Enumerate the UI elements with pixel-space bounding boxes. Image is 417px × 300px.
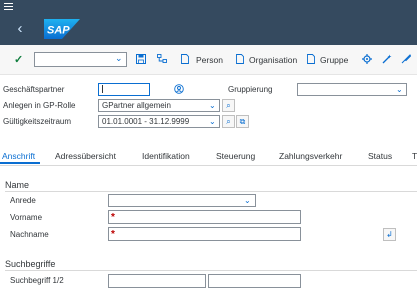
nachname-input[interactable] [108, 227, 301, 241]
anrede-label: Anrede [10, 196, 36, 205]
required-marker: * [111, 229, 115, 240]
expand-icon[interactable]: ↲ [383, 228, 396, 241]
section-divider [5, 191, 417, 192]
suchbegriff-label: Suchbegriff 1/2 [10, 276, 64, 285]
vorname-label: Vorname [10, 213, 43, 222]
tab-anschrift[interactable]: Anschrift [2, 149, 35, 163]
sap-logo: SAP [44, 19, 80, 39]
chevron-down-icon[interactable]: ⌄ [209, 116, 216, 127]
chevron-down-icon[interactable]: ⌄ [396, 84, 403, 95]
anlegen-label: Anlegen in GP-Rolle [3, 101, 76, 110]
gp-rolle-select[interactable]: GPartner allgemein [98, 99, 220, 112]
display-icon[interactable] [401, 54, 411, 64]
tab-zahlungsverkehr[interactable]: Zahlungsverkehr [279, 149, 342, 163]
gueltigkeit-select[interactable]: 01.01.0001 - 31.12.9999 [98, 115, 220, 128]
menu-bar [0, 0, 417, 12]
hierarchy-icon[interactable] [157, 54, 167, 64]
create-gruppe-button[interactable]: Gruppe [320, 54, 348, 66]
geschaeftspartner-label: Geschäftspartner [3, 85, 65, 94]
tab-steuerung[interactable]: Steuerung [216, 149, 255, 163]
create-person-button[interactable]: Person [196, 54, 223, 66]
gueltigkeit-label: Gültigkeitszeitraum [3, 117, 72, 126]
required-marker: * [111, 212, 115, 223]
suchbegriff-1-input[interactable] [108, 274, 206, 288]
save-icon[interactable] [136, 54, 146, 64]
anrede-select[interactable] [108, 194, 256, 207]
gruppierung-label: Gruppierung [228, 85, 273, 94]
tab-adressuebersicht[interactable]: Adressübersicht [55, 149, 116, 163]
geschaeftspartner-input[interactable] [98, 83, 150, 96]
value-help-icon[interactable]: ⌕ [222, 115, 235, 128]
person-icon[interactable] [174, 84, 184, 94]
section-divider [5, 270, 417, 271]
chevron-down-icon[interactable]: ⌄ [244, 195, 251, 206]
suchbegriffe-section-title: Suchbegriffe [5, 259, 56, 269]
chevron-down-icon[interactable]: ⌄ [209, 100, 216, 111]
copy-icon[interactable]: ⧉ [236, 115, 249, 128]
menu-icon[interactable] [4, 1, 14, 11]
settings-icon[interactable] [362, 54, 372, 64]
value-help-icon[interactable]: ⌕ [222, 99, 235, 112]
check-icon[interactable]: ✓ [14, 53, 23, 66]
name-section-title: Name [5, 180, 30, 190]
gruppierung-select[interactable] [297, 83, 407, 96]
document-icon[interactable] [236, 54, 244, 64]
tab-separator [0, 165, 417, 166]
active-tab-indicator [0, 162, 40, 164]
wand-icon[interactable] [382, 54, 392, 64]
back-icon[interactable]: ‹ [12, 21, 28, 37]
create-organisation-button[interactable]: Organisation [249, 54, 297, 66]
tab-status[interactable]: Status [368, 149, 392, 163]
suchbegriff-2-input[interactable] [208, 274, 301, 288]
tab-identifikation[interactable]: Identifikation [142, 149, 190, 163]
vorname-input[interactable] [108, 210, 301, 224]
document-icon[interactable] [181, 54, 189, 64]
document-icon[interactable] [307, 54, 315, 64]
command-field[interactable] [34, 52, 127, 67]
tab-overflow[interactable]: T [412, 149, 417, 163]
svg-text:SAP: SAP [47, 25, 70, 37]
nachname-label: Nachname [10, 230, 49, 239]
chevron-down-icon[interactable]: ⌄ [115, 53, 125, 65]
